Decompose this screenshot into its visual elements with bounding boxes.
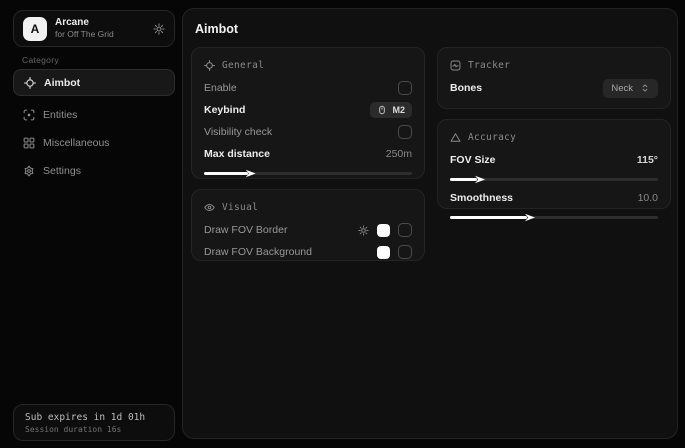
- triangle-icon: [450, 132, 461, 143]
- sidebar-item-aimbot[interactable]: Aimbot: [13, 69, 175, 96]
- category-label: Category: [22, 55, 59, 65]
- smoothness-row: Smoothness 10.0: [450, 187, 658, 209]
- sidebar-item-label: Settings: [43, 165, 81, 177]
- tracker-icon: [450, 60, 461, 71]
- keybind-value: M2: [392, 105, 405, 115]
- enable-checkbox[interactable]: [398, 81, 412, 95]
- fov-border-checkbox[interactable]: [398, 223, 412, 237]
- sidebar-item-label: Miscellaneous: [43, 137, 110, 149]
- keybind-label: Keybind: [204, 104, 245, 116]
- settings-icon: [23, 165, 35, 177]
- enable-row: Enable: [204, 77, 412, 99]
- visibility-check-label: Visibility check: [204, 126, 272, 138]
- max-distance-label: Max distance: [204, 148, 270, 160]
- enable-label: Enable: [204, 82, 237, 94]
- visual-panel-title: Visual: [222, 202, 258, 213]
- fov-background-checkbox[interactable]: [398, 245, 412, 259]
- app-logo: A: [23, 17, 47, 41]
- sidebar-item-miscellaneous[interactable]: Miscellaneous: [13, 129, 175, 156]
- app-name: Arcane: [55, 17, 145, 30]
- fov-size-slider-thumb[interactable]: [475, 175, 485, 184]
- max-distance-slider[interactable]: [204, 172, 412, 175]
- visual-panel: Visual Draw FOV Border Draw FOV Back: [191, 189, 425, 261]
- max-distance-row: Max distance 250m: [204, 143, 412, 165]
- keybind-button[interactable]: M2: [370, 102, 412, 118]
- crosshair-icon: [24, 77, 36, 89]
- fov-background-label: Draw FOV Background: [204, 246, 312, 258]
- general-panel-title: General: [222, 60, 264, 71]
- gear-icon[interactable]: [153, 23, 165, 35]
- max-distance-value: 250m: [386, 148, 412, 160]
- visual-panel-header: Visual: [204, 199, 412, 215]
- keybind-row: Keybind M2: [204, 99, 412, 121]
- max-distance-slider-fill: [204, 172, 248, 175]
- bones-label: Bones: [450, 82, 482, 94]
- gear-icon[interactable]: [358, 225, 369, 236]
- fov-size-row: FOV Size 115°: [450, 149, 658, 171]
- session-duration-text: Session duration 16s: [25, 425, 163, 434]
- general-panel: General Enable Keybind M2 Visib: [191, 47, 425, 179]
- fov-size-slider[interactable]: [450, 178, 658, 181]
- sidebar-item-entities[interactable]: Entities: [13, 101, 175, 128]
- sort-arrows-icon: [640, 83, 650, 93]
- bones-select[interactable]: Neck: [603, 79, 658, 98]
- sub-expires-text: Sub expires in 1d 01h: [25, 412, 163, 423]
- page-title: Aimbot: [195, 22, 238, 36]
- tracker-panel-title: Tracker: [468, 60, 510, 71]
- sidebar-item-settings[interactable]: Settings: [13, 157, 175, 184]
- fov-size-value: 115°: [637, 154, 658, 166]
- smoothness-slider-thumb[interactable]: [525, 213, 535, 222]
- app-logo-card: A Arcane for Off The Grid: [13, 10, 175, 47]
- scan-target-icon: [23, 109, 35, 121]
- visibility-check-checkbox[interactable]: [398, 125, 412, 139]
- tracker-panel-header: Tracker: [450, 57, 658, 73]
- fov-border-row: Draw FOV Border: [204, 219, 412, 241]
- max-distance-slider-thumb[interactable]: [246, 169, 256, 178]
- smoothness-slider-fill: [450, 216, 527, 219]
- visibility-check-row: Visibility check: [204, 121, 412, 143]
- crosshair-icon: [204, 60, 215, 71]
- tracker-panel: Tracker Bones Neck: [437, 47, 671, 109]
- subscription-info: Sub expires in 1d 01h Session duration 1…: [13, 404, 175, 441]
- accuracy-panel-title: Accuracy: [468, 132, 516, 143]
- grid-icon: [23, 137, 35, 149]
- fov-background-color-swatch[interactable]: [377, 246, 390, 259]
- smoothness-slider[interactable]: [450, 216, 658, 219]
- accuracy-panel-header: Accuracy: [450, 129, 658, 145]
- eye-icon: [204, 202, 215, 213]
- app-subtitle: for Off The Grid: [55, 29, 145, 40]
- general-panel-header: General: [204, 57, 412, 73]
- app-identity: Arcane for Off The Grid: [55, 17, 145, 40]
- mouse-icon: [377, 105, 387, 115]
- sidebar: A Arcane for Off The Grid Category Aimbo: [8, 0, 178, 448]
- smoothness-value: 10.0: [638, 192, 658, 204]
- app-window: A Arcane for Off The Grid Category Aimbo: [0, 0, 685, 448]
- fov-background-row: Draw FOV Background: [204, 241, 412, 263]
- smoothness-label: Smoothness: [450, 192, 513, 204]
- bones-row: Bones Neck: [450, 77, 658, 99]
- accuracy-panel: Accuracy FOV Size 115° Smoothness 10.0: [437, 119, 671, 209]
- sidebar-item-label: Aimbot: [44, 77, 80, 89]
- fov-border-label: Draw FOV Border: [204, 224, 287, 236]
- main-panel: Aimbot General Enable Keybind: [182, 8, 678, 439]
- fov-size-slider-fill: [450, 178, 477, 181]
- fov-border-color-swatch[interactable]: [377, 224, 390, 237]
- fov-size-label: FOV Size: [450, 154, 496, 166]
- sidebar-item-label: Entities: [43, 109, 77, 121]
- bones-value: Neck: [611, 83, 633, 94]
